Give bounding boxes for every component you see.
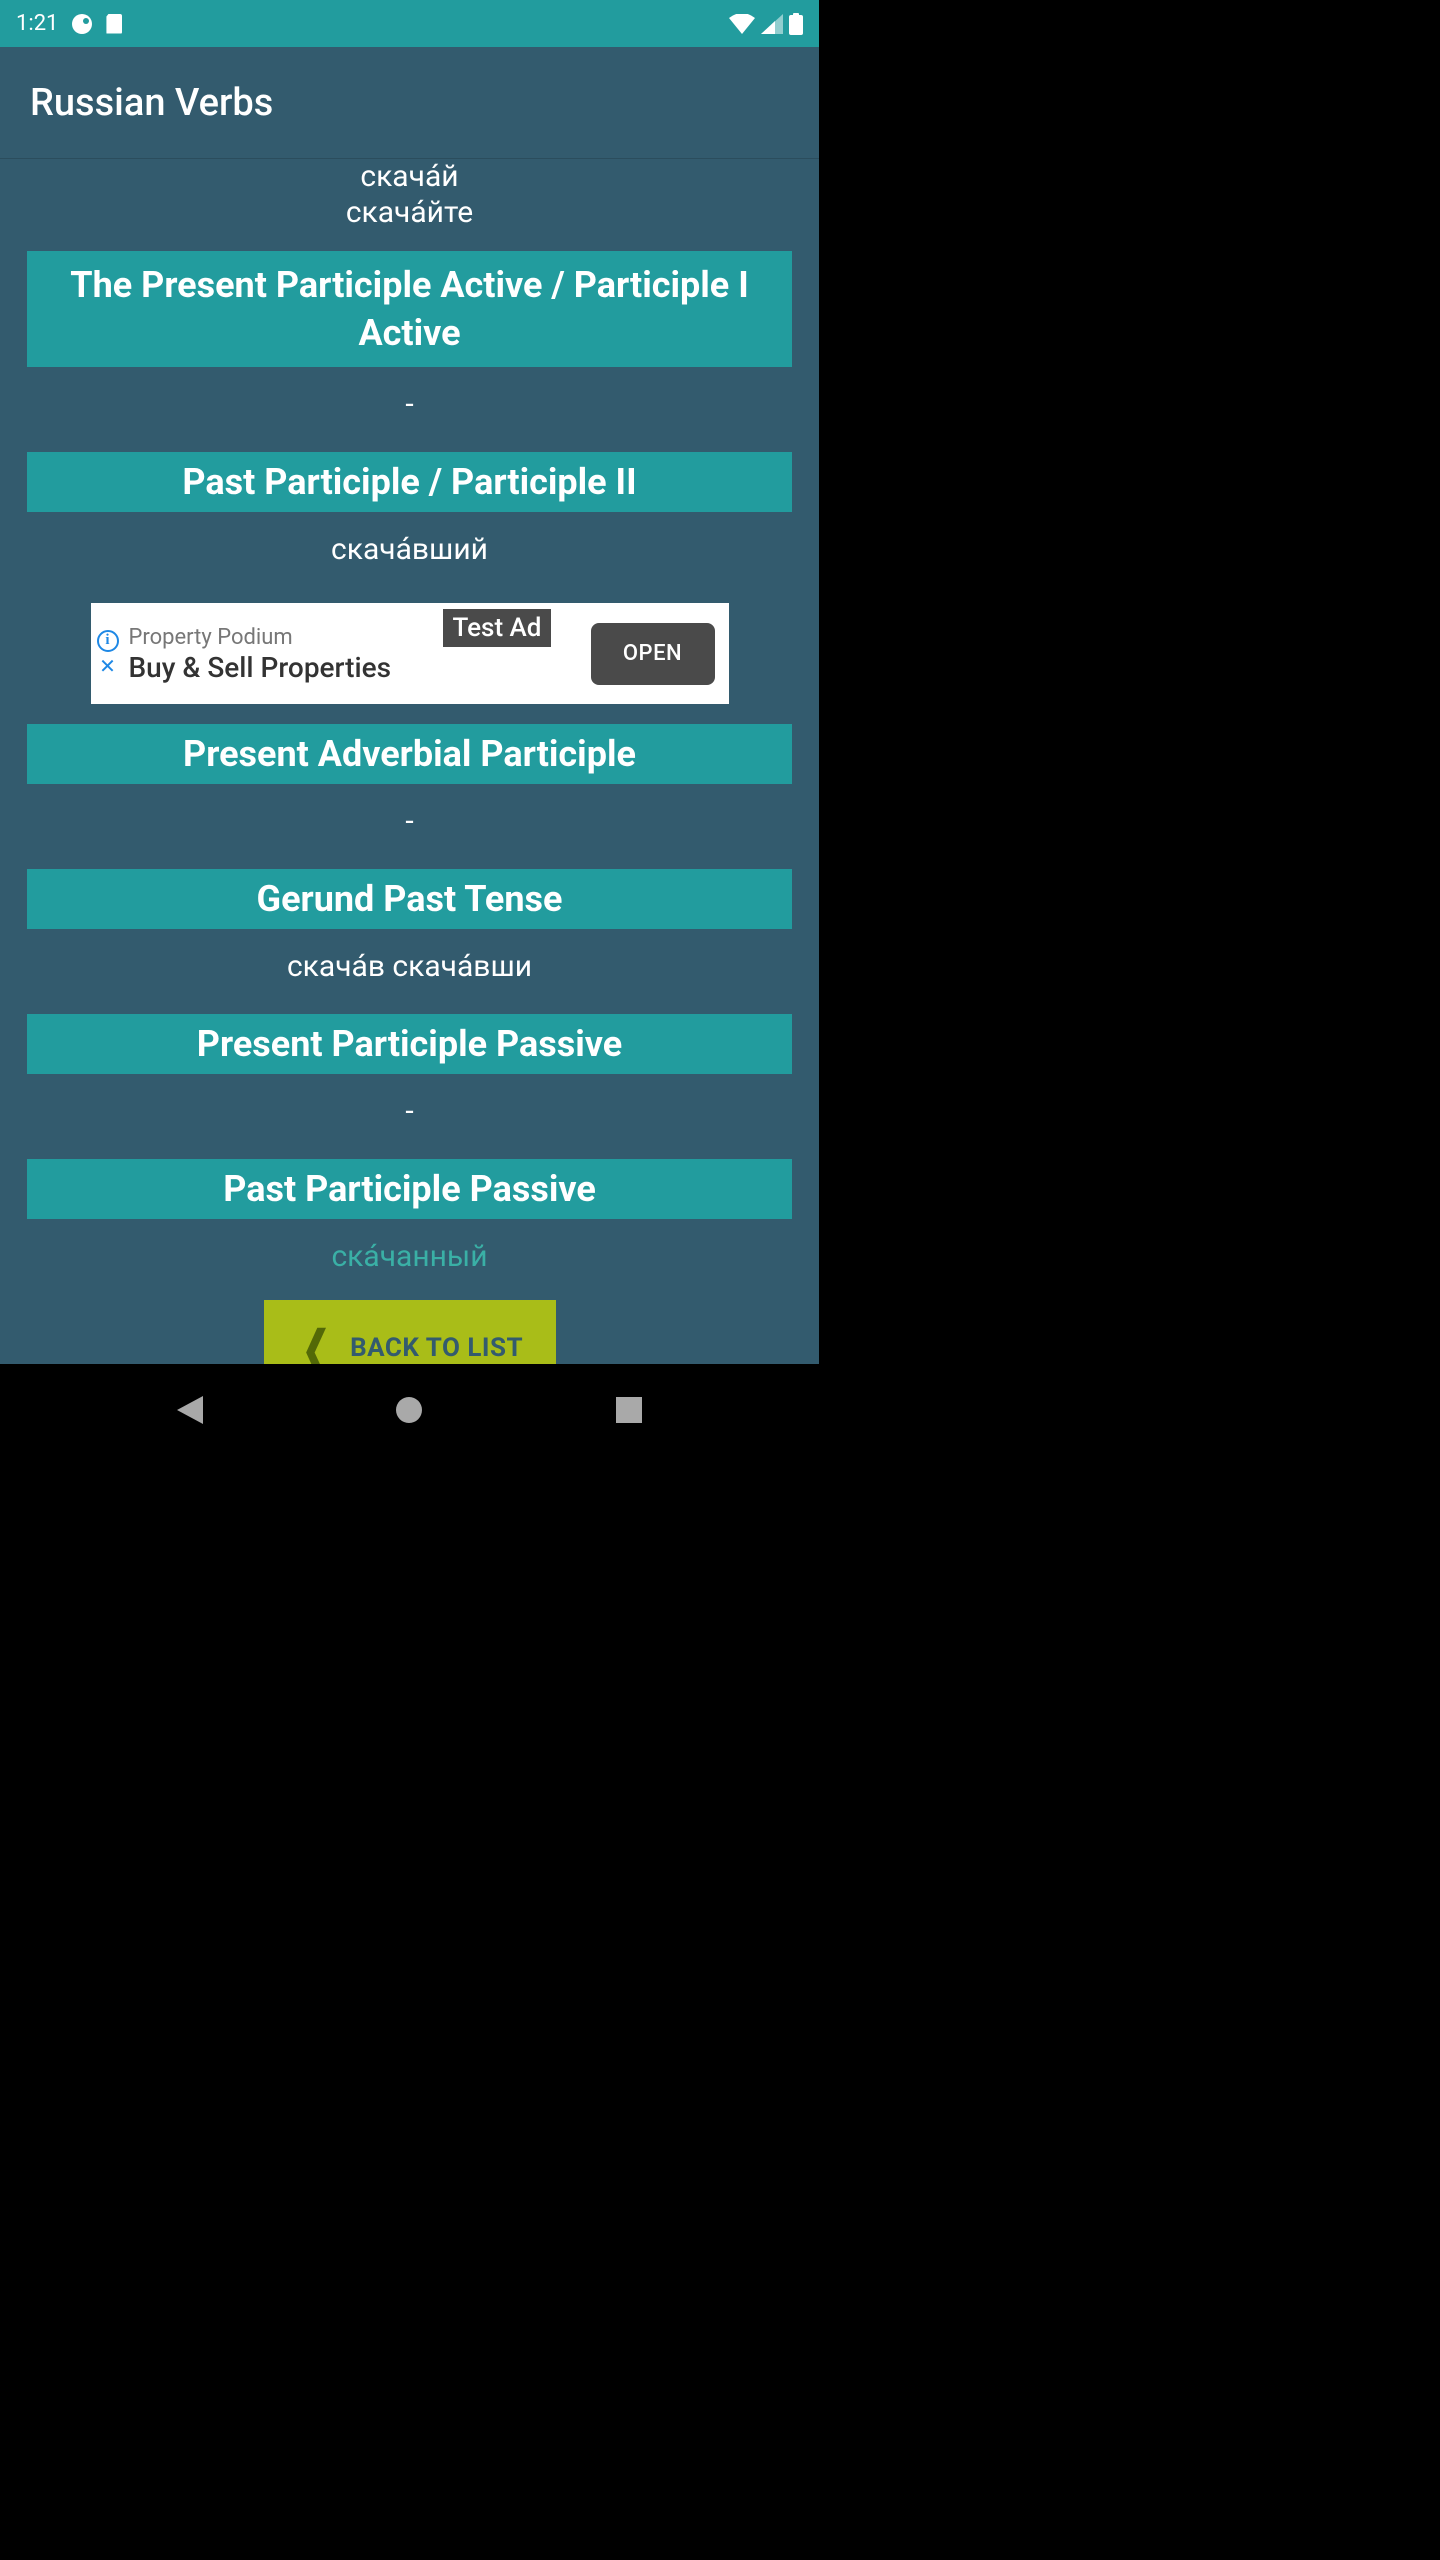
- chevron-left-icon: ❮: [302, 1320, 330, 1365]
- app-bar: Russian Verbs: [0, 47, 819, 159]
- nav-home-icon: [395, 1396, 423, 1424]
- section-value-present-adverbial: -: [0, 798, 819, 849]
- section-header-past-participle-passive: Past Participle Passive: [27, 1159, 792, 1219]
- sd-card-icon: [106, 14, 122, 34]
- back-label: BACK TO LIST: [350, 1333, 523, 1363]
- ad-subtitle: Buy & Sell Properties: [129, 652, 591, 684]
- status-left: 1:21: [16, 11, 122, 36]
- imperative-line-2: скача́йте: [0, 195, 819, 231]
- section-value-gerund-past: скача́в скача́вши: [0, 943, 819, 994]
- nav-home-button[interactable]: [389, 1390, 429, 1430]
- signal-icon: [761, 14, 783, 34]
- section-value-past-participle-passive[interactable]: ска́чанный: [0, 1233, 819, 1284]
- ad-badge: Test Ad: [443, 609, 552, 647]
- app-indicator-icon: [72, 14, 92, 34]
- ad-banner[interactable]: i ✕ Property Podium Buy & Sell Propertie…: [91, 603, 729, 704]
- section-header-present-participle-active: The Present Participle Active / Particip…: [27, 251, 792, 367]
- status-time: 1:21: [16, 11, 58, 36]
- main-content[interactable]: скача́й скача́йте The Present Participle…: [0, 159, 819, 1364]
- ad-controls: i ✕: [91, 630, 127, 678]
- nav-recent-button[interactable]: [609, 1390, 649, 1430]
- app-title: Russian Verbs: [30, 81, 273, 125]
- ad-open-button[interactable]: OPEN: [591, 623, 715, 685]
- battery-icon: [789, 13, 803, 35]
- status-right: [729, 13, 803, 35]
- nav-back-icon: [177, 1396, 203, 1424]
- navigation-bar: [0, 1364, 819, 1456]
- section-header-present-participle-passive: Present Participle Passive: [27, 1014, 792, 1074]
- section-header-gerund-past: Gerund Past Tense: [27, 869, 792, 929]
- section-value-past-participle: скача́вший: [0, 526, 819, 577]
- section-header-past-participle: Past Participle / Participle II: [27, 452, 792, 512]
- wifi-icon: [729, 14, 755, 34]
- ad-info-icon[interactable]: i: [97, 630, 119, 652]
- section-header-present-adverbial: Present Adverbial Participle: [27, 724, 792, 784]
- imperative-line-1: скача́й: [0, 159, 819, 195]
- nav-recent-icon: [616, 1397, 642, 1423]
- back-to-list-button[interactable]: ❮ BACK TO LIST: [264, 1300, 556, 1364]
- status-bar: 1:21: [0, 0, 819, 47]
- section-value-present-participle-active: -: [0, 381, 819, 432]
- ad-close-icon[interactable]: ✕: [99, 654, 116, 678]
- section-value-present-participle-passive: -: [0, 1088, 819, 1139]
- nav-back-button[interactable]: [170, 1390, 210, 1430]
